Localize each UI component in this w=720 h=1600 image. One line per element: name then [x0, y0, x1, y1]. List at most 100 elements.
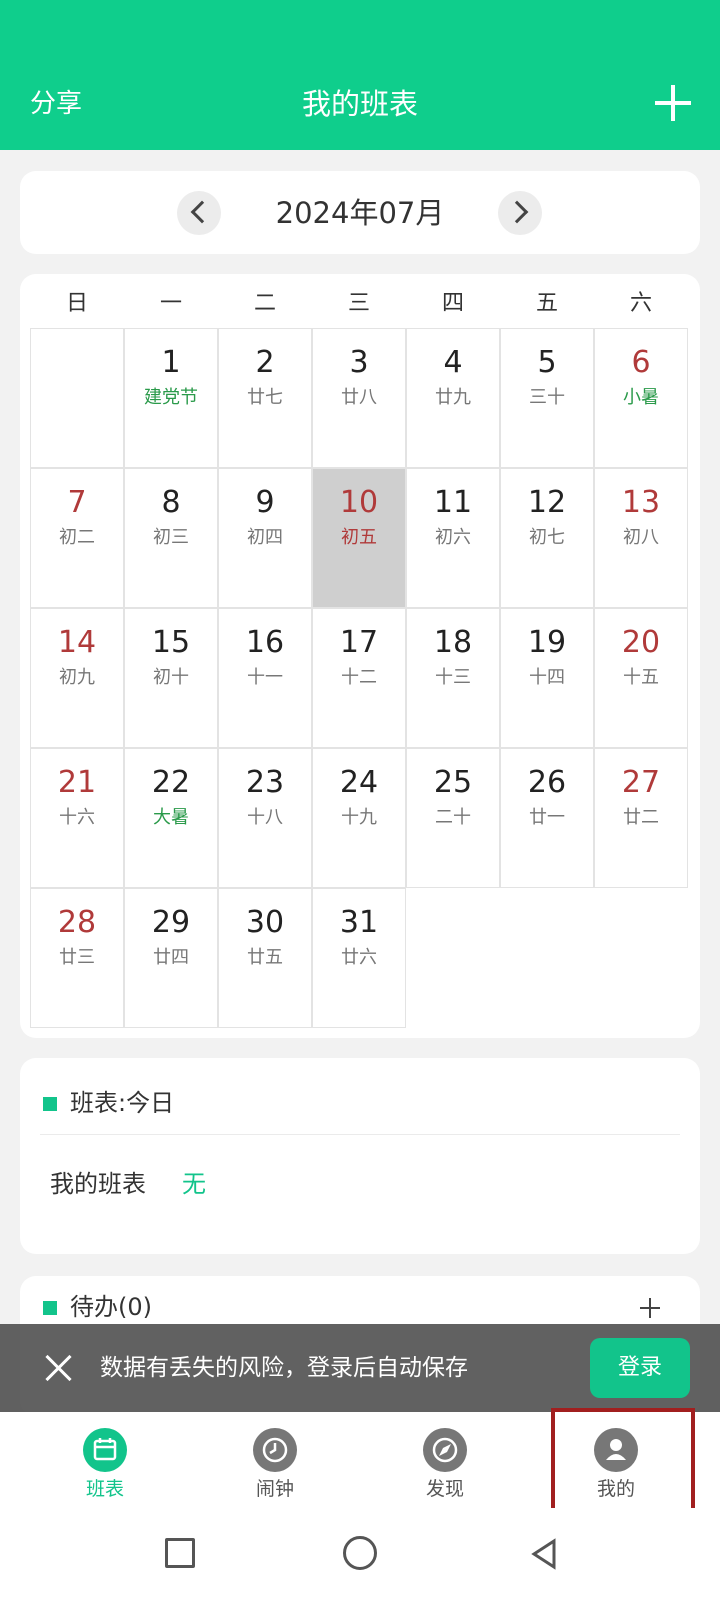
lunar-date: 廿二: [623, 807, 659, 828]
schedule-value: 无: [182, 1170, 206, 1198]
plus-icon[interactable]: [640, 1298, 660, 1318]
lunar-date: 初四: [247, 527, 283, 548]
lunar-date: 廿九: [435, 387, 471, 408]
lunar-date: 十一: [247, 667, 283, 688]
calendar: 日 一 二 三 四 五 六 1 建党节 2 廿七 3 廿八 4 廿九 5 三十 6 小暑 7 初二 8 初三 9…: [20, 274, 700, 1038]
calendar-day[interactable]: 11 初六: [406, 468, 500, 608]
calendar-day[interactable]: 3 廿八: [312, 328, 406, 468]
home-icon[interactable]: [343, 1536, 377, 1570]
day-number: 31: [339, 905, 379, 940]
calendar-day[interactable]: 21 十六: [30, 748, 124, 888]
calendar-day[interactable]: 2 廿七: [218, 328, 312, 468]
calendar-day[interactable]: 31 廿六: [312, 888, 406, 1028]
calendar-day[interactable]: 8 初三: [124, 468, 218, 608]
recent-apps-icon[interactable]: [165, 1538, 195, 1568]
next-month-button[interactable]: [498, 191, 542, 235]
day-number: 18: [433, 625, 473, 660]
calendar-day[interactable]: 13 初八: [594, 468, 688, 608]
day-number: 11: [433, 485, 473, 520]
tab-alarm[interactable]: 闹钟: [215, 1412, 335, 1508]
lunar-date: 初三: [153, 527, 189, 548]
lunar-date: 初十: [153, 667, 189, 688]
calendar-icon: [83, 1428, 127, 1472]
back-icon[interactable]: [528, 1538, 560, 1574]
calendar-day[interactable]: 29 廿四: [124, 888, 218, 1028]
lunar-date: 初六: [435, 527, 471, 548]
lunar-date: 二十: [435, 807, 471, 828]
day-number: 22: [151, 765, 191, 800]
calendar-day[interactable]: 24 十九: [312, 748, 406, 888]
day-number: 14: [57, 625, 97, 660]
calendar-day[interactable]: 30 廿五: [218, 888, 312, 1028]
calendar-day[interactable]: 17 十二: [312, 608, 406, 748]
lunar-date: 廿八: [341, 387, 377, 408]
day-number: 4: [443, 345, 463, 380]
calendar-day[interactable]: 25 二十: [406, 748, 500, 888]
calendar-day[interactable]: 14 初九: [30, 608, 124, 748]
day-number: 12: [527, 485, 567, 520]
lunar-date: 三十: [529, 387, 565, 408]
calendar-day[interactable]: 15 初十: [124, 608, 218, 748]
calendar-day[interactable]: 5 三十: [500, 328, 594, 468]
day-number: 25: [433, 765, 473, 800]
festival-label: 大暑: [153, 807, 189, 828]
calendar-day[interactable]: 1 建党节: [124, 328, 218, 468]
calendar-day[interactable]: 16 十一: [218, 608, 312, 748]
calendar-day[interactable]: 27 廿二: [594, 748, 688, 888]
lunar-date: 廿六: [341, 947, 377, 968]
lunar-date: 初九: [59, 667, 95, 688]
login-button[interactable]: 登录: [590, 1338, 690, 1398]
lunar-date: 初七: [529, 527, 565, 548]
calendar-day[interactable]: 23 十八: [218, 748, 312, 888]
day-number: 8: [161, 485, 181, 520]
festival-label: 小暑: [623, 387, 659, 408]
day-number: 19: [527, 625, 567, 660]
day-number: 27: [621, 765, 661, 800]
day-number: 20: [621, 625, 661, 660]
calendar-day[interactable]: 9 初四: [218, 468, 312, 608]
lunar-date: 十八: [247, 807, 283, 828]
calendar-day[interactable]: 28 廿三: [30, 888, 124, 1028]
calendar-day[interactable]: 6 小暑: [594, 328, 688, 468]
calendar-grid: 1 建党节 2 廿七 3 廿八 4 廿九 5 三十 6 小暑 7 初二 8 初三 9 初四 10 初五 11 初六 12 初七…: [30, 328, 688, 1028]
calendar-empty-cell: [30, 328, 124, 468]
weekday-label: 日: [65, 291, 88, 316]
lunar-date: 十四: [529, 667, 565, 688]
weekday-header: 日 一 二 三 四 五 六: [30, 284, 688, 324]
lunar-date: 廿三: [59, 947, 95, 968]
lunar-date: 十九: [341, 807, 377, 828]
banner-message: 数据有丢失的风险，登录后自动保存: [100, 1355, 468, 1381]
day-number: 10: [339, 485, 379, 520]
lunar-date: 十六: [59, 807, 95, 828]
clock-icon: [253, 1428, 297, 1472]
calendar-day[interactable]: 19 十四: [500, 608, 594, 748]
weekday-label: 四: [441, 291, 464, 316]
tab-schedule[interactable]: 班表: [45, 1412, 165, 1508]
calendar-day-today[interactable]: 10 初五: [312, 468, 406, 608]
calendar-day[interactable]: 26 廿一: [500, 748, 594, 888]
lunar-date: 十二: [341, 667, 377, 688]
calendar-day[interactable]: 18 十三: [406, 608, 500, 748]
plus-icon[interactable]: [655, 85, 691, 121]
lunar-date: 十五: [623, 667, 659, 688]
chevron-right-icon: [505, 200, 529, 224]
calendar-day[interactable]: 22 大暑: [124, 748, 218, 888]
tab-discover[interactable]: 发现: [385, 1412, 505, 1508]
schedule-name[interactable]: 我的班表: [50, 1167, 146, 1201]
close-icon[interactable]: [44, 1354, 72, 1382]
section-marker: [43, 1301, 57, 1315]
month-navigator: 2024年07月: [20, 171, 700, 254]
weekday-label: 六: [629, 291, 652, 316]
day-number: 13: [621, 485, 661, 520]
calendar-day[interactable]: 20 十五: [594, 608, 688, 748]
day-number: 7: [67, 485, 87, 520]
day-number: 5: [537, 345, 557, 380]
calendar-day[interactable]: 4 廿九: [406, 328, 500, 468]
lunar-date: 廿四: [153, 947, 189, 968]
section-marker: [43, 1097, 57, 1111]
calendar-day[interactable]: 7 初二: [30, 468, 124, 608]
day-number: 24: [339, 765, 379, 800]
lunar-date: 初二: [59, 527, 95, 548]
section-title: 班表:今日: [70, 1089, 175, 1117]
calendar-day[interactable]: 12 初七: [500, 468, 594, 608]
